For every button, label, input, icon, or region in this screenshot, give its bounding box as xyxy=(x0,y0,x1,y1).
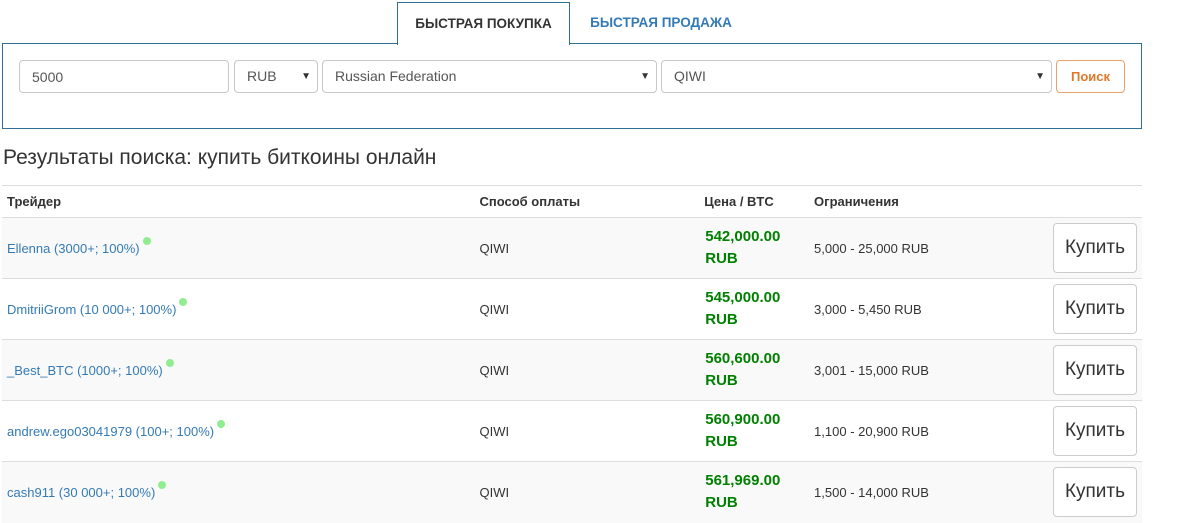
table-header-row: Трейдер Способ оплаты Цена / BTC Огранич… xyxy=(2,185,1142,218)
search-panel: RUB ▼ Russian Federation ▼ QIWI ▼ Поиск xyxy=(2,43,1142,129)
search-button[interactable]: Поиск xyxy=(1056,60,1125,93)
table-row: DmitriiGrom (10 000+; 100%) QIWI 545,000… xyxy=(2,278,1142,340)
trader-link[interactable]: Ellenna (3000+; 100%) xyxy=(7,241,140,256)
column-header-price: Цена / BTC xyxy=(699,185,810,218)
chevron-down-icon: ▼ xyxy=(1035,71,1045,82)
buy-button[interactable]: Купить xyxy=(1053,406,1137,456)
trader-link[interactable]: cash911 (30 000+; 100%) xyxy=(7,485,155,500)
online-status-icon xyxy=(179,297,188,306)
limits-cell: 3,000 - 5,450 RUB xyxy=(809,278,1048,340)
buy-button[interactable]: Купить xyxy=(1053,345,1137,395)
column-header-limits: Ограничения xyxy=(809,185,1048,218)
trader-link[interactable]: _Best_BTC (1000+; 100%) xyxy=(7,363,163,378)
trader-link[interactable]: DmitriiGrom (10 000+; 100%) xyxy=(7,302,176,317)
price-value: 560,600.00 xyxy=(705,350,781,367)
results-title: Результаты поиска: купить биткоины онлай… xyxy=(3,146,437,169)
payment-method-cell: QIWI xyxy=(474,339,700,401)
price-currency: RUB xyxy=(705,250,738,267)
table-row: andrew.ego03041979 (100+; 100%) QIWI 560… xyxy=(2,400,1142,462)
limits-cell: 1,500 - 14,000 RUB xyxy=(809,461,1048,523)
price-currency: RUB xyxy=(705,494,738,512)
online-status-icon xyxy=(158,480,167,489)
table-row: cash911 (30 000+; 100%) QIWI 561,969.00 R… xyxy=(2,461,1142,523)
column-header-payment-method: Способ оплаты xyxy=(474,185,700,218)
limits-cell: 3,001 - 15,000 RUB xyxy=(809,339,1048,401)
online-status-icon xyxy=(217,419,226,428)
price-currency: RUB xyxy=(705,311,738,328)
payment-method-select-value: QIWI xyxy=(674,68,706,84)
payment-method-cell: QIWI xyxy=(474,400,700,462)
price-value: 561,969.00 xyxy=(705,472,781,490)
currency-select[interactable]: RUB ▼ xyxy=(234,60,318,93)
price-value: 545,000.00 xyxy=(705,289,781,306)
trade-tabs: БЫСТРАЯ ПОКУПКА БЫСТРАЯ ПРОДАЖА xyxy=(2,2,1142,45)
price-value: 542,000.00 xyxy=(705,228,781,245)
online-status-icon xyxy=(142,236,151,245)
chevron-down-icon: ▼ xyxy=(640,71,650,82)
buy-button[interactable]: Купить xyxy=(1053,284,1137,334)
country-select[interactable]: Russian Federation ▼ xyxy=(322,60,657,93)
tab-quick-buy[interactable]: БЫСТРАЯ ПОКУПКА xyxy=(397,2,570,45)
table-row: Ellenna (3000+; 100%) QIWI 542,000.00 RUB… xyxy=(2,217,1142,279)
price-currency: RUB xyxy=(705,433,738,450)
price-value: 560,900.00 xyxy=(705,411,781,428)
price-currency: RUB xyxy=(705,372,738,389)
results-table: Трейдер Способ оплаты Цена / BTC Огранич… xyxy=(2,185,1142,523)
buy-button[interactable]: Купить xyxy=(1053,467,1137,518)
column-header-trader: Трейдер xyxy=(2,185,475,218)
payment-method-cell: QIWI xyxy=(474,278,700,340)
online-status-icon xyxy=(165,358,174,367)
currency-select-value: RUB xyxy=(247,68,277,84)
trader-link[interactable]: andrew.ego03041979 (100+; 100%) xyxy=(7,424,214,439)
buy-button[interactable]: Купить xyxy=(1053,223,1137,273)
payment-method-cell: QIWI xyxy=(474,217,700,279)
tab-quick-sell[interactable]: БЫСТРАЯ ПРОДАЖА xyxy=(576,2,746,44)
limits-cell: 1,100 - 20,900 RUB xyxy=(809,400,1048,462)
column-header-action xyxy=(1048,185,1142,218)
country-select-value: Russian Federation xyxy=(335,68,457,84)
chevron-down-icon: ▼ xyxy=(301,71,311,82)
limits-cell: 5,000 - 25,000 RUB xyxy=(809,217,1048,279)
table-row: _Best_BTC (1000+; 100%) QIWI 560,600.00 R… xyxy=(2,339,1142,401)
payment-method-cell: QIWI xyxy=(474,461,700,523)
payment-method-select[interactable]: QIWI ▼ xyxy=(661,60,1052,93)
amount-input[interactable] xyxy=(19,60,229,93)
